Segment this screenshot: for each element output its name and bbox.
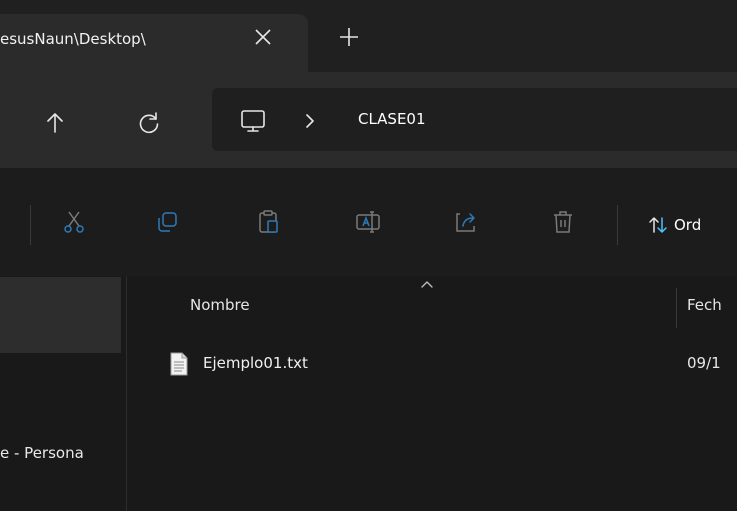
file-name[interactable]: Ejemplo01.txt (203, 354, 308, 372)
sort-icon (649, 217, 667, 233)
up-arrow-icon[interactable] (42, 110, 68, 136)
sort-ascending-caret-icon (421, 281, 433, 288)
paste-icon[interactable] (255, 208, 283, 236)
tab-title: esusNaun\Desktop\ (0, 30, 146, 48)
chevron-right-icon[interactable] (303, 112, 317, 130)
column-header-date[interactable]: Fech (687, 296, 722, 314)
file-date: 09/1 (687, 354, 721, 372)
new-tab-icon[interactable] (338, 26, 360, 48)
nav-item-label[interactable]: e - Persona (0, 444, 84, 462)
nav-item-selected[interactable] (0, 277, 121, 353)
column-header-name[interactable]: Nombre (190, 296, 250, 314)
delete-icon[interactable] (549, 208, 577, 236)
text-file-icon (170, 352, 188, 376)
toolbar-divider (617, 205, 618, 245)
column-divider[interactable] (676, 288, 677, 328)
pane-divider[interactable] (126, 276, 127, 511)
copy-icon[interactable] (153, 208, 181, 236)
toolbar-divider (30, 205, 31, 245)
close-tab-icon[interactable] (252, 26, 274, 48)
breadcrumb[interactable]: CLASE01 (358, 110, 426, 128)
address-bar[interactable] (212, 88, 737, 151)
computer-icon[interactable] (238, 106, 268, 136)
sort-label: Ord (674, 216, 702, 234)
cut-icon[interactable] (60, 208, 88, 236)
share-icon[interactable] (452, 208, 480, 236)
rename-icon[interactable] (354, 208, 382, 236)
sort-button[interactable]: Ord (648, 207, 701, 243)
refresh-icon[interactable] (136, 110, 162, 136)
